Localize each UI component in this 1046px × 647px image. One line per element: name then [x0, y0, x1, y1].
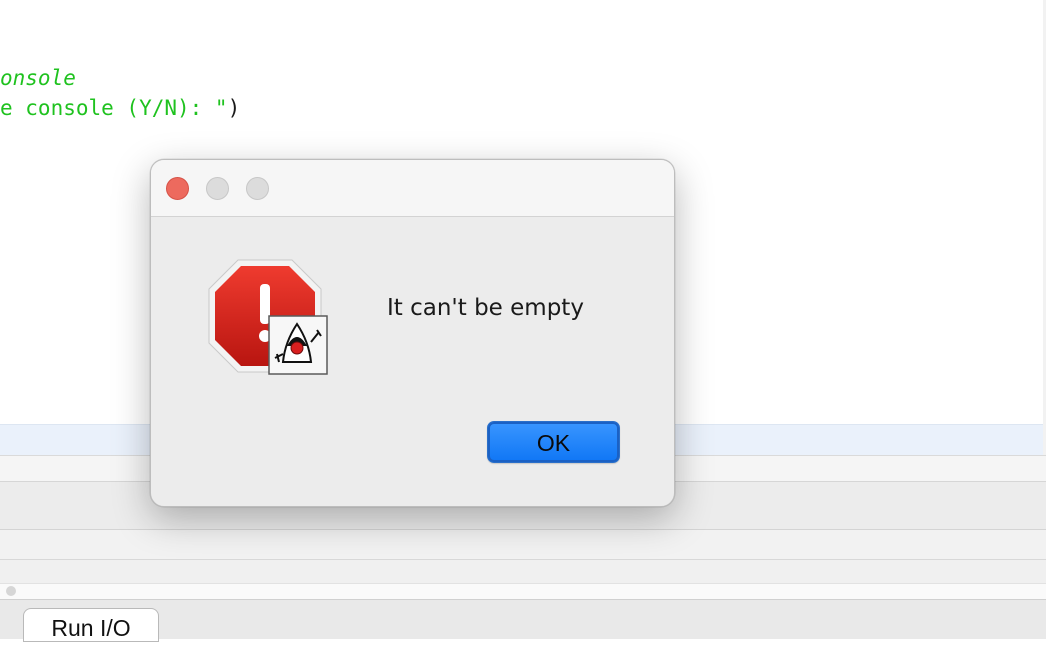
ok-button[interactable]: OK [487, 421, 620, 463]
horizontal-scrollbar[interactable] [0, 583, 1046, 600]
dialog-titlebar[interactable] [151, 160, 674, 217]
scrollbar-knob[interactable] [6, 586, 16, 596]
dialog-message: It can't be empty [387, 295, 584, 321]
error-dialog: It can't be empty OK [150, 159, 675, 507]
code-line-prompt: e console (Y/N): ") [0, 96, 240, 120]
close-window-button[interactable] [166, 177, 189, 200]
code-string: e console (Y/N): " [0, 96, 228, 120]
zoom-window-button[interactable] [246, 177, 269, 200]
secondary-panel [0, 559, 1046, 584]
code-paren: ) [227, 96, 241, 120]
tab-run-io[interactable]: Run I/O [23, 608, 159, 642]
divider-panel [0, 529, 1046, 560]
code-line-comment: onsole [0, 66, 76, 90]
minimize-window-button[interactable] [206, 177, 229, 200]
error-stop-sign-icon [208, 259, 328, 375]
